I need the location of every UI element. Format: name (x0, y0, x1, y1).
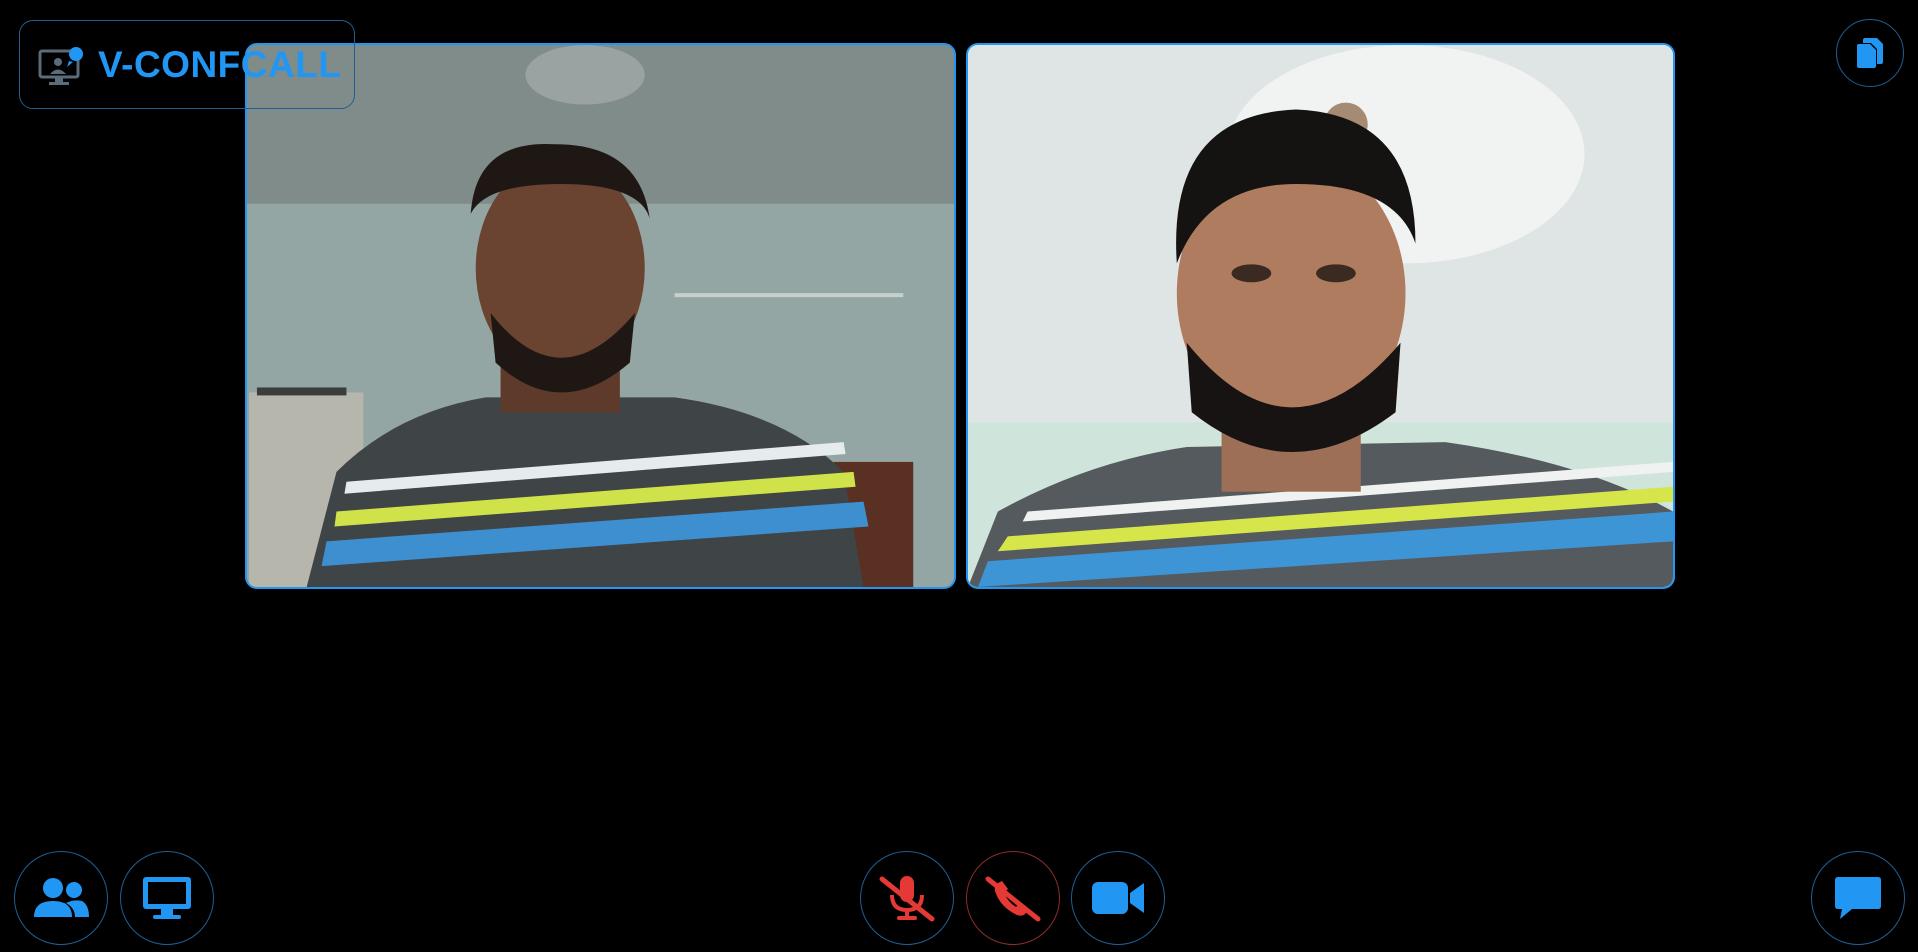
participant-video-local[interactable] (245, 43, 956, 589)
end-call-button[interactable] (966, 851, 1060, 945)
video-feed-image (247, 45, 954, 587)
participants-icon (34, 878, 89, 917)
presenter-monitor-icon (38, 47, 83, 85)
hang-up-icon (985, 876, 1041, 922)
video-camera-icon (1092, 882, 1144, 914)
screen-share-icon (143, 877, 191, 919)
app-title: V-CONFCALL (98, 44, 342, 85)
copy-icon (1857, 38, 1883, 68)
app-logo: V-CONFCALL (19, 20, 355, 109)
chat-button[interactable] (1811, 851, 1905, 945)
toggle-video-button[interactable] (1071, 851, 1165, 945)
participant-video-remote[interactable] (966, 43, 1675, 589)
mic-muted-icon (879, 876, 935, 922)
screen-share-button[interactable] (120, 851, 214, 945)
conference-stage: V-CONFCALL (0, 0, 1918, 952)
chat-icon (1835, 877, 1881, 919)
copy-link-button[interactable] (1836, 19, 1904, 87)
participants-button[interactable] (14, 851, 108, 945)
video-feed-image (968, 45, 1673, 587)
mute-mic-button[interactable] (860, 851, 954, 945)
